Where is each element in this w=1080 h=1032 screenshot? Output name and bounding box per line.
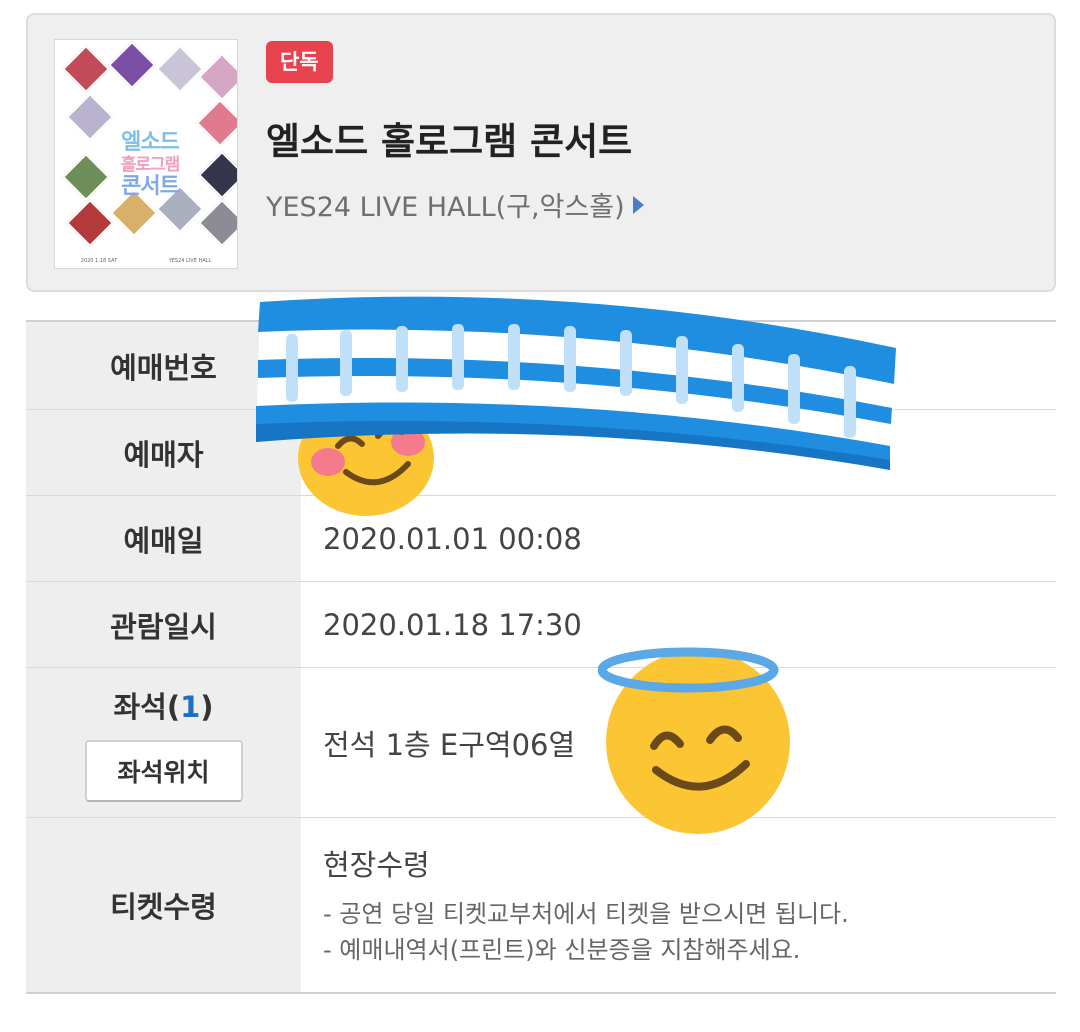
- event-poster-image[interactable]: 엘소드 홀로그램 콘서트 2020.1.18 SAT YES24 LIVE HA…: [54, 39, 238, 269]
- row-booker: 예매자: [26, 410, 1056, 496]
- booker-value: [301, 410, 1056, 495]
- poster-title: 엘소드 홀로그램 콘서트: [120, 130, 181, 199]
- ticket-pickup-label: 티켓수령: [26, 818, 301, 992]
- booking-date-label: 예매일: [26, 496, 301, 581]
- event-title: 엘소드 홀로그램 콘서트: [266, 120, 633, 163]
- exclusive-badge: 단독: [266, 41, 333, 83]
- venue-link[interactable]: YES24 LIVE HALL(구,악스홀): [266, 185, 644, 224]
- viewing-date-value: 2020.01.18 17:30: [323, 607, 582, 642]
- venue-name: YES24 LIVE HALL(구,악스홀): [266, 192, 625, 223]
- booking-info-table: 예매번호 예매자 예매일 2020.01.01 00:08 관람일시 2020.…: [26, 320, 1056, 994]
- booker-label: 예매자: [26, 410, 301, 495]
- seat-label: 좌석(1): [113, 689, 214, 724]
- row-viewing-date: 관람일시 2020.01.18 17:30: [26, 582, 1056, 668]
- booking-date-value: 2020.01.01 00:08: [323, 521, 582, 556]
- booking-number-label: 예매번호: [26, 322, 301, 409]
- seat-label-cell: 좌석(1) 좌석위치: [26, 668, 301, 817]
- ticket-note-1: - 공연 당일 티켓교부처에서 티켓을 받으시면 됩니다.: [323, 900, 849, 928]
- booking-number-value: [301, 322, 1056, 409]
- ticket-pickup-value: 현장수령 - 공연 당일 티켓교부처에서 티켓을 받으시면 됩니다. - 예매내…: [301, 818, 1056, 992]
- play-arrow-icon: [632, 195, 644, 214]
- seat-count: 1: [180, 689, 201, 724]
- seat-value: 전석 1층 E구역06열: [323, 727, 576, 762]
- row-ticket-pickup: 티켓수령 현장수령 - 공연 당일 티켓교부처에서 티켓을 받으시면 됩니다. …: [26, 818, 1056, 992]
- ticket-pickup-method: 현장수령: [323, 848, 430, 882]
- row-booking-date: 예매일 2020.01.01 00:08: [26, 496, 1056, 582]
- poster-caption: 2020.1.18 SAT YES24 LIVE HALL: [80, 258, 212, 264]
- event-card: 엘소드 홀로그램 콘서트 2020.1.18 SAT YES24 LIVE HA…: [26, 13, 1056, 292]
- seat-location-button[interactable]: 좌석위치: [84, 739, 243, 802]
- row-booking-number: 예매번호: [26, 322, 1056, 410]
- ticket-note-2: - 예매내역서(프린트)와 신분증을 지참해주세요.: [323, 936, 801, 964]
- row-seat: 좌석(1) 좌석위치 전석 1층 E구역06열: [26, 668, 1056, 818]
- viewing-date-label: 관람일시: [26, 582, 301, 667]
